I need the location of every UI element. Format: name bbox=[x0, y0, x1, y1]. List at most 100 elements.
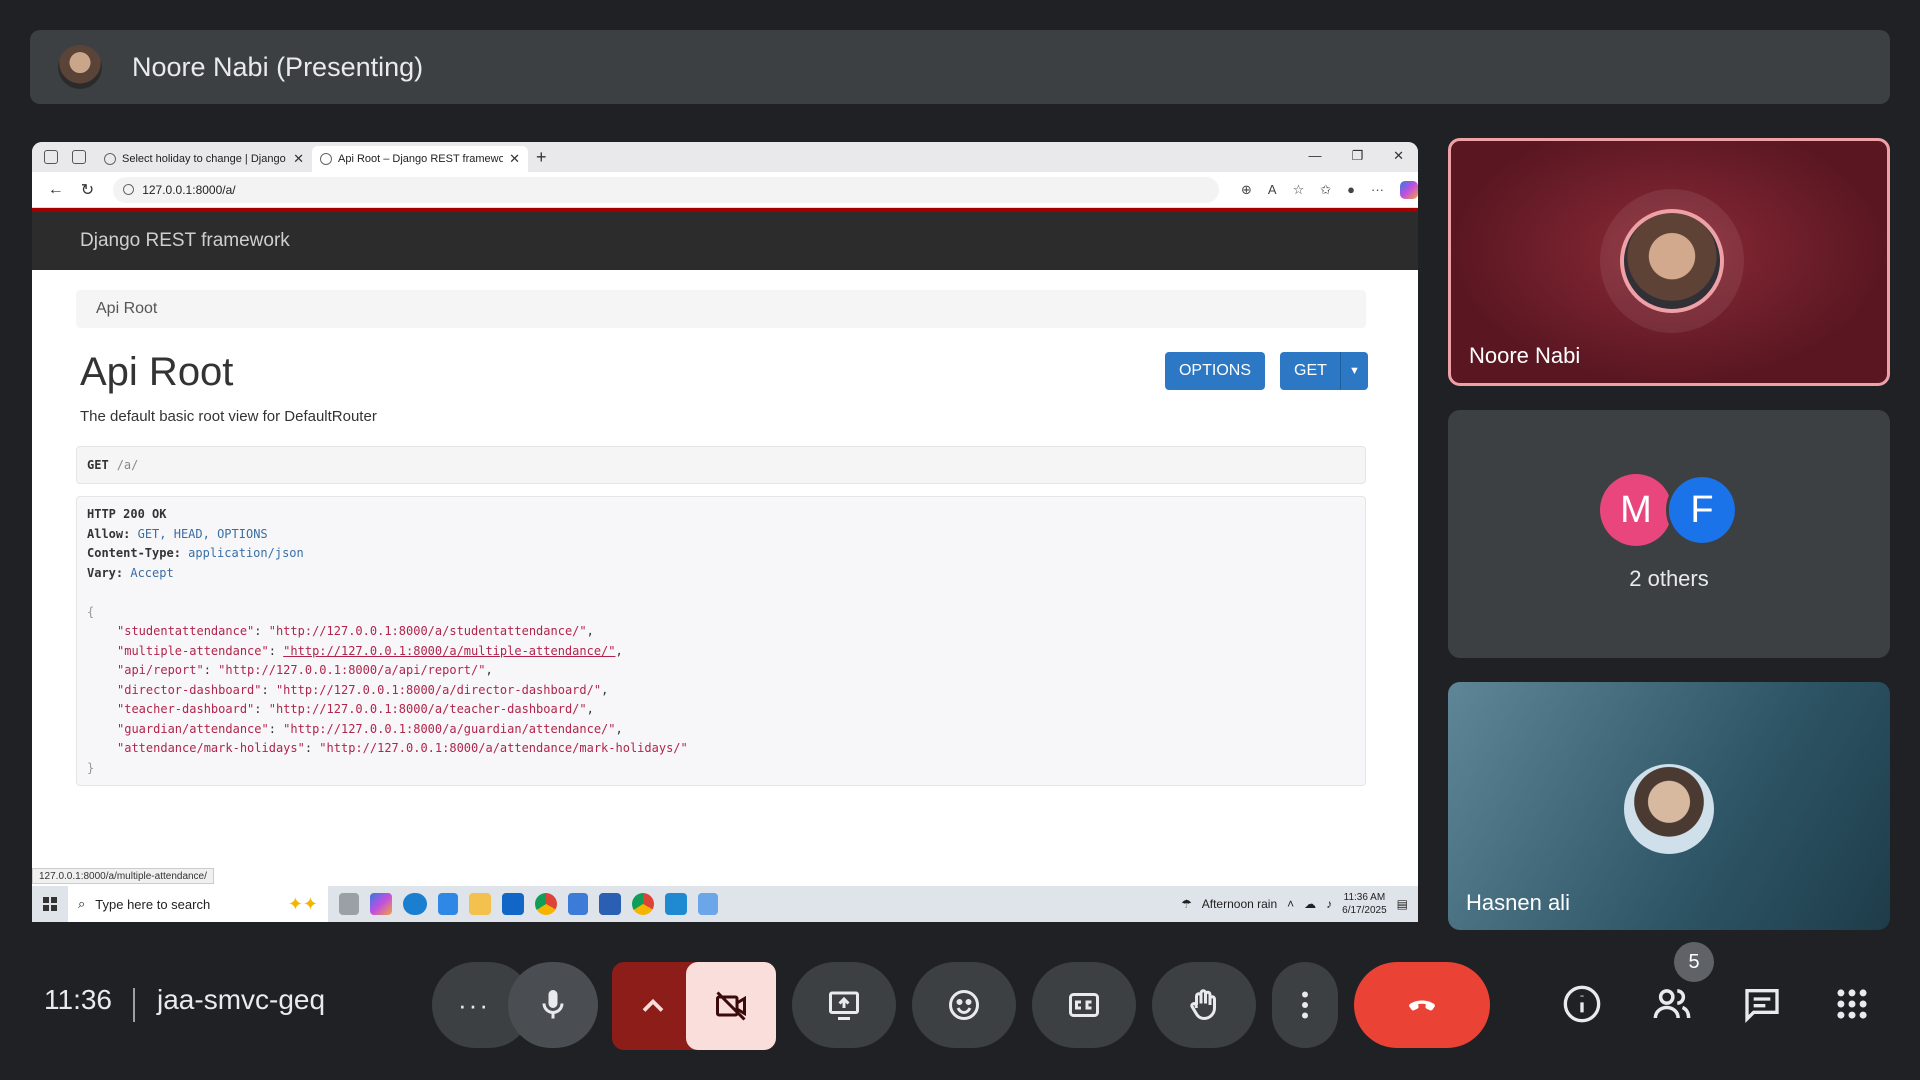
back-icon[interactable]: ← bbox=[40, 181, 72, 199]
meeting-code: jaa-smvc-geq bbox=[157, 984, 326, 1015]
task-view-icon[interactable] bbox=[339, 893, 359, 915]
participant-tile-noore[interactable]: Noore Nabi bbox=[1448, 138, 1890, 386]
json-link[interactable]: "http://127.0.0.1:8000/a/studentattendan… bbox=[269, 624, 587, 638]
reactions-button[interactable] bbox=[912, 962, 1016, 1048]
chrome-app-icon[interactable] bbox=[535, 893, 557, 915]
read-aloud-icon[interactable]: A bbox=[1268, 182, 1277, 197]
chrome-app-icon[interactable] bbox=[632, 893, 654, 915]
phone-hangup-icon bbox=[1409, 1000, 1435, 1011]
window-controls: — ❐ ✕ bbox=[1308, 148, 1404, 164]
copilot-icon[interactable] bbox=[1400, 180, 1418, 199]
address-text: 127.0.0.1:8000/a/ bbox=[142, 182, 236, 197]
browser-toolbar: ⊕ A ☆ ✩ ● ··· bbox=[1241, 180, 1418, 199]
avatar-initial: F bbox=[1666, 474, 1738, 546]
participant-tile-hasnen[interactable]: Hasnen ali bbox=[1448, 682, 1890, 930]
system-tray: ☂ Afternoon rain ˄ ☁ ♪ 11:36 AM 6/17/202… bbox=[1181, 891, 1418, 917]
tab-holiday[interactable]: Select holiday to change | Django ✕ bbox=[96, 146, 312, 172]
json-entry: "guardian/attendance": "http://127.0.0.1… bbox=[117, 721, 623, 736]
more-icon[interactable]: ··· bbox=[1371, 182, 1384, 197]
json-entry: "director-dashboard": "http://127.0.0.1:… bbox=[117, 682, 609, 697]
word-app-icon[interactable] bbox=[599, 893, 621, 915]
vscode-app-icon[interactable] bbox=[665, 893, 687, 915]
zoom-icon[interactable]: ⊕ bbox=[1241, 182, 1252, 198]
tray-time: 11:36 AM bbox=[1343, 892, 1386, 903]
site-info-icon[interactable] bbox=[123, 184, 135, 195]
tray-date: 6/17/2025 bbox=[1342, 905, 1387, 916]
weather-text[interactable]: Afternoon rain bbox=[1202, 897, 1277, 911]
captions-button[interactable] bbox=[1032, 962, 1136, 1048]
tab-api-root[interactable]: Api Root – Django REST framework ✕ bbox=[312, 146, 528, 172]
drf-content: Api Root Api Root The default basic root… bbox=[32, 270, 1418, 870]
address-bar[interactable]: 127.0.0.1:8000/a/ bbox=[113, 176, 1219, 203]
close-tab-icon[interactable]: ✕ bbox=[509, 151, 520, 167]
chat-button[interactable] bbox=[1740, 982, 1784, 1026]
request-line: GET /a/ bbox=[76, 446, 1366, 484]
tray-clock[interactable]: 11:36 AM 6/17/2025 bbox=[1342, 891, 1387, 917]
json-link[interactable]: "http://127.0.0.1:8000/a/director-dashbo… bbox=[276, 683, 601, 697]
start-icon[interactable] bbox=[32, 897, 68, 911]
close-tab-icon[interactable]: ✕ bbox=[293, 151, 304, 167]
outlook-app-icon[interactable] bbox=[502, 893, 524, 915]
close-window-icon[interactable]: ✕ bbox=[1393, 148, 1404, 164]
json-link[interactable]: "http://127.0.0.1:8000/a/api/report/" bbox=[218, 663, 485, 677]
raise-hand-button[interactable] bbox=[1152, 962, 1256, 1048]
json-link[interactable]: "http://127.0.0.1:8000/a/teacher-dashboa… bbox=[269, 702, 587, 716]
tab-actions-icon[interactable] bbox=[72, 150, 86, 164]
breadcrumb-item[interactable]: Api Root bbox=[96, 300, 157, 318]
chevron-up-icon bbox=[642, 998, 664, 1012]
participant-tile-others[interactable]: M F 2 others bbox=[1448, 410, 1890, 658]
present-button[interactable] bbox=[792, 962, 896, 1048]
people-button[interactable] bbox=[1650, 982, 1694, 1026]
drf-brand[interactable]: Django REST framework bbox=[80, 230, 290, 252]
notifications-icon[interactable]: ▤ bbox=[1397, 897, 1408, 911]
options-button[interactable]: OPTIONS bbox=[1165, 352, 1265, 390]
end-call-button[interactable] bbox=[1354, 962, 1490, 1048]
store-app-icon[interactable] bbox=[438, 893, 458, 915]
search-icon: ⌕ bbox=[78, 896, 86, 911]
meeting-info-button[interactable] bbox=[1560, 982, 1604, 1026]
minimize-icon[interactable]: — bbox=[1308, 148, 1321, 164]
divider bbox=[133, 988, 135, 1022]
json-open-brace: { bbox=[87, 604, 95, 619]
explorer-app-icon[interactable] bbox=[469, 893, 491, 915]
more-options-button[interactable] bbox=[1272, 962, 1338, 1048]
taskbar-search[interactable]: ⌕ Type here to search ✦✦ bbox=[68, 886, 328, 922]
response-body: HTTP 200 OK Allow: GET, HEAD, OPTIONS Co… bbox=[76, 496, 1366, 786]
json-link[interactable]: "http://127.0.0.1:8000/a/attendance/mark… bbox=[319, 741, 687, 755]
new-tab-icon[interactable]: + bbox=[536, 147, 547, 168]
json-entry: "api/report": "http://127.0.0.1:8000/a/a… bbox=[117, 663, 493, 677]
page-title: Api Root bbox=[80, 350, 234, 394]
copilot-app-icon[interactable] bbox=[370, 893, 392, 915]
workspaces-icon[interactable] bbox=[44, 150, 58, 164]
camera-options-button[interactable] bbox=[612, 962, 694, 1050]
info-icon bbox=[1563, 985, 1601, 1023]
camera-button[interactable] bbox=[686, 962, 776, 1050]
get-button[interactable]: GET ▼ bbox=[1280, 352, 1368, 390]
favorite-icon[interactable]: ☆ bbox=[1293, 182, 1305, 198]
volume-icon[interactable]: ♪ bbox=[1326, 897, 1332, 911]
profile-icon[interactable]: ● bbox=[1347, 182, 1355, 197]
json-link[interactable]: "http://127.0.0.1:8000/a/multiple-attend… bbox=[283, 644, 615, 658]
chat-icon bbox=[1745, 989, 1779, 1024]
favorites-icon[interactable]: ✩ bbox=[1320, 182, 1331, 198]
microphone-button[interactable] bbox=[508, 962, 598, 1048]
drf-navbar: Django REST framework bbox=[32, 212, 1418, 270]
cloud-icon: ☁ bbox=[1304, 897, 1317, 911]
request-method: GET bbox=[87, 458, 109, 472]
apps-grid-icon bbox=[1837, 989, 1867, 1019]
edge-app-icon[interactable] bbox=[403, 893, 427, 915]
json-entry: "multiple-attendance": "http://127.0.0.1… bbox=[117, 643, 623, 658]
activities-button[interactable] bbox=[1830, 982, 1874, 1026]
json-link[interactable]: "http://127.0.0.1:8000/a/guardian/attend… bbox=[283, 722, 615, 736]
app-icon[interactable] bbox=[568, 893, 588, 915]
response-header: Vary: Accept bbox=[87, 565, 174, 580]
tray-chevron-icon[interactable]: ˄ bbox=[1287, 897, 1294, 911]
more-vertical-icon bbox=[1302, 991, 1308, 1019]
hand-icon bbox=[1190, 989, 1216, 1021]
restore-icon[interactable]: ❐ bbox=[1351, 148, 1363, 164]
more-horizontal-icon: ··· bbox=[458, 989, 490, 1020]
app-icon[interactable] bbox=[698, 893, 718, 915]
response-header: Content-Type: application/json bbox=[87, 546, 304, 560]
caret-down-icon[interactable]: ▼ bbox=[1340, 352, 1368, 390]
refresh-icon[interactable]: ↻ bbox=[72, 180, 104, 200]
